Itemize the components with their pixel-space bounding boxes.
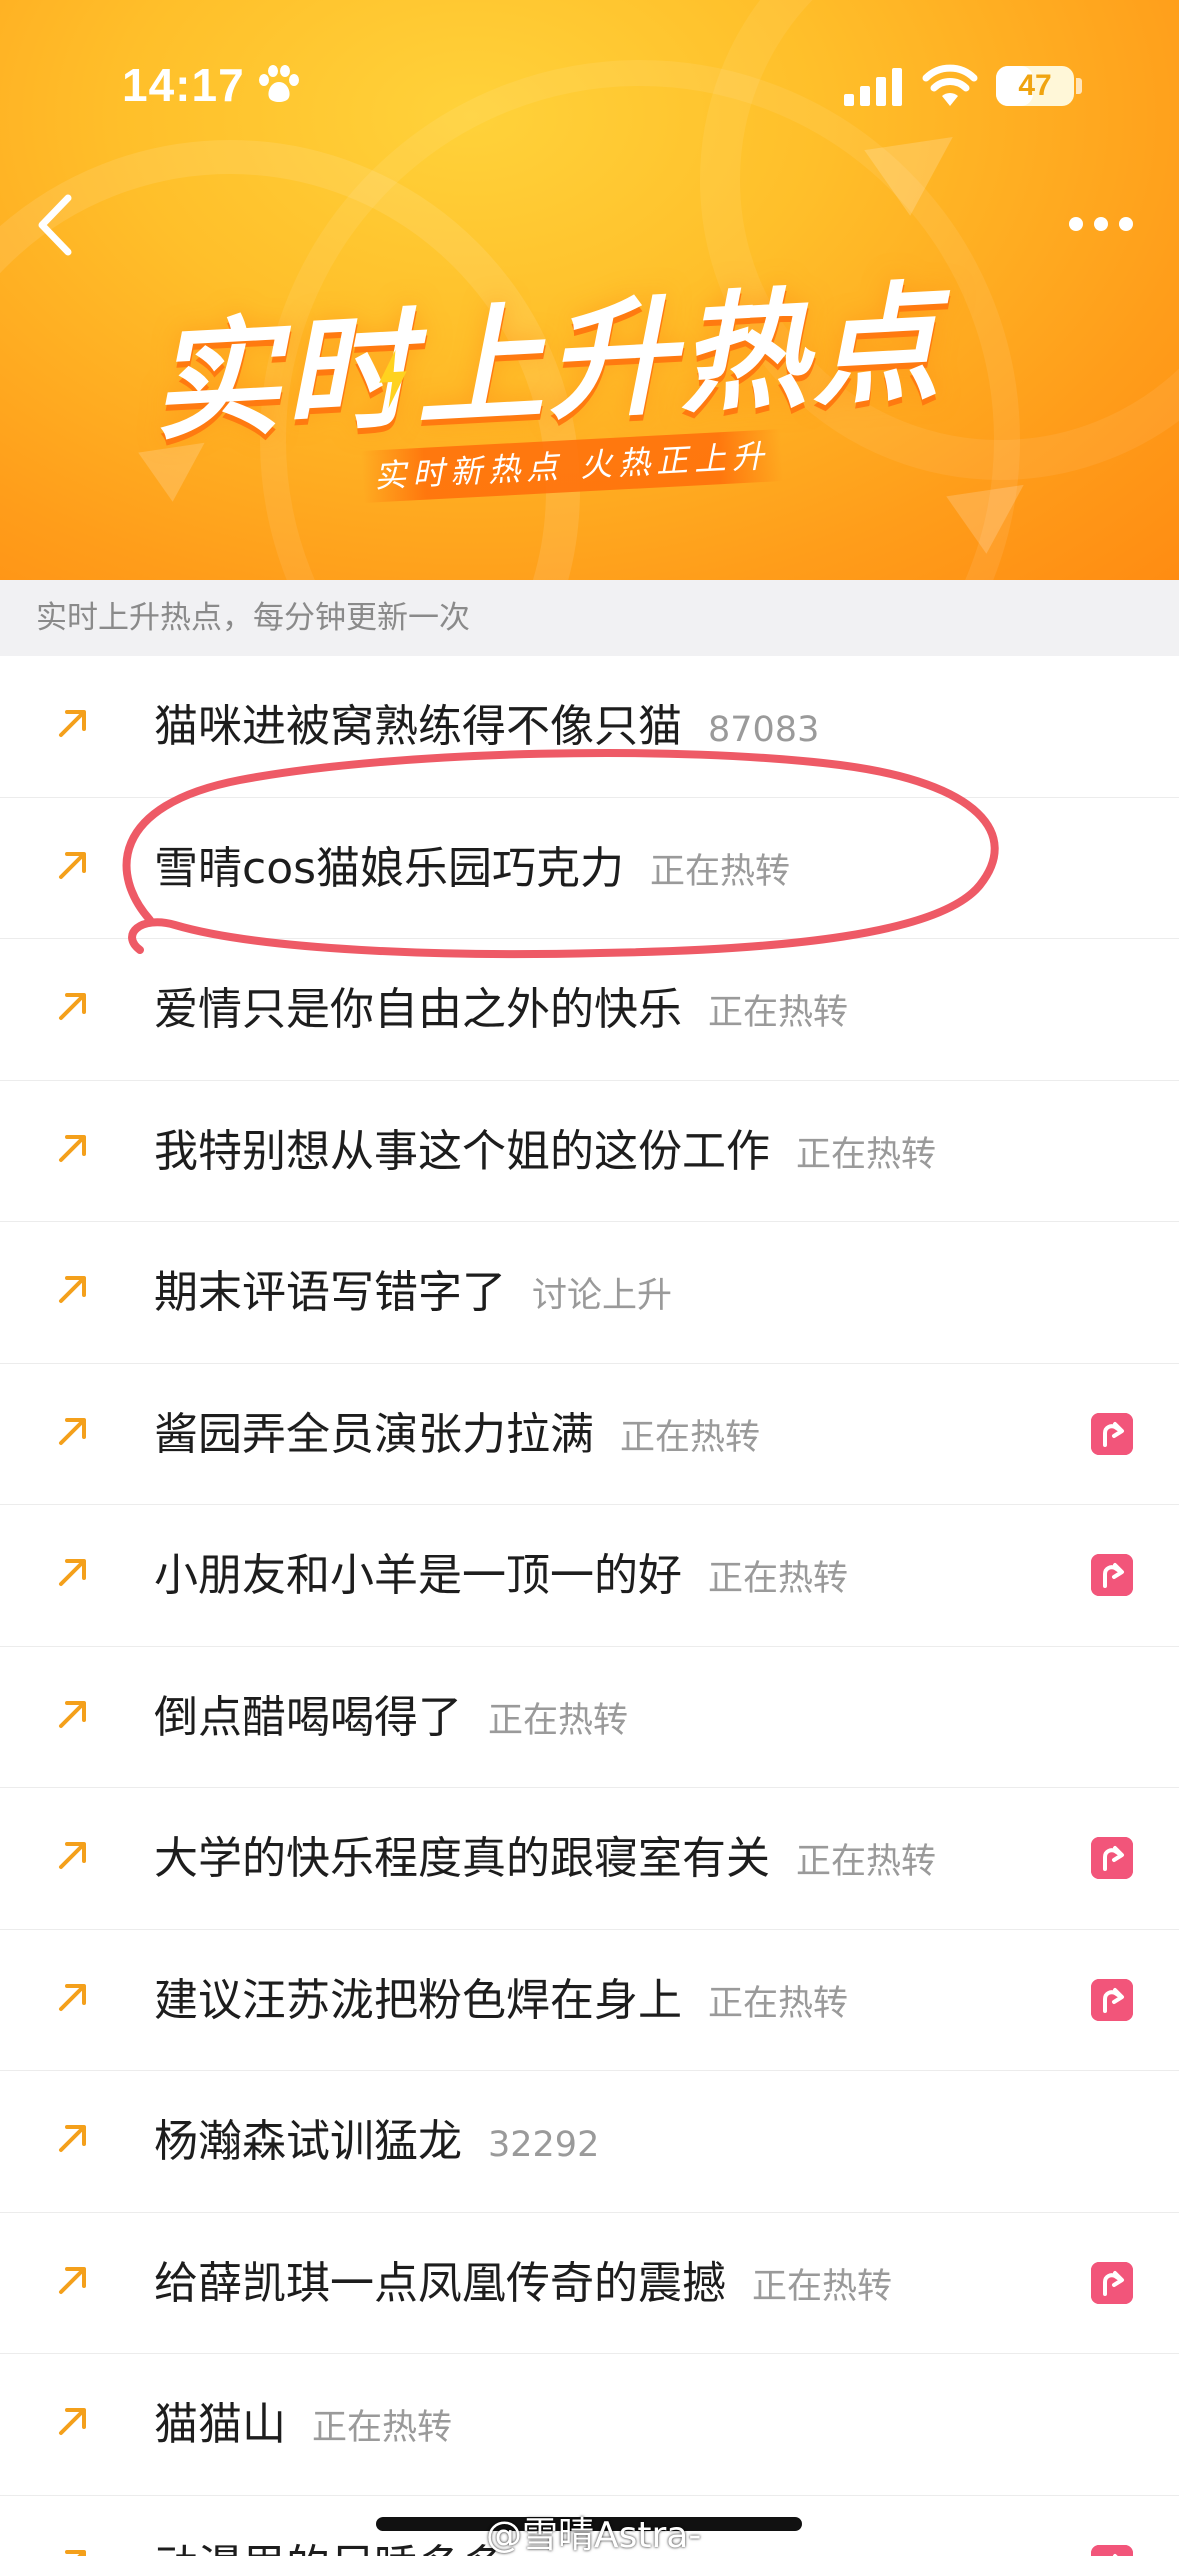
paw-icon	[259, 65, 299, 102]
hot-topic-text: 杨瀚森试训猛龙 32292	[154, 2071, 600, 2212]
hot-topic-title: 猫猫山	[154, 2399, 286, 2450]
header-banner: 14:17 47 实时上升热点 实时新热点 火热正上升	[0, 0, 1179, 580]
hot-topic-tag: 正在热转	[312, 2408, 453, 2448]
hot-topic-title: 给薛凯琪一点凤凰传奇的震撼	[154, 2257, 726, 2309]
trend-up-arrow-icon	[59, 1559, 86, 1587]
trend-up-arrow-icon	[59, 2266, 86, 2294]
trend-up-arrow-icon	[59, 1417, 86, 1445]
hot-topic-item[interactable]: 杨瀚森试训猛龙 32292	[0, 2071, 1179, 2213]
hot-topic-title: 动漫里的尽睡多多	[154, 2541, 506, 2556]
status-time: 14:17	[122, 59, 245, 111]
hot-topic-title: 期末评语写错字了	[154, 1267, 506, 1318]
hot-topic-item[interactable]: 酱园弄全员演张力拉满 正在热转	[0, 1364, 1179, 1505]
rising-badge-icon	[1091, 1978, 1133, 2021]
watermark-text: @雪晴Astra-	[486, 2515, 702, 2556]
lightning-bolt-icon	[379, 349, 407, 409]
trend-up-arrow-icon	[59, 1700, 86, 1728]
trend-up-arrow-icon	[59, 2408, 86, 2436]
hot-topic-item[interactable]: 我特别想从事这个姐的这份工作 正在热转	[0, 1081, 1179, 1222]
hot-topic-tag: 正在热转	[708, 993, 849, 1033]
hot-topic-tag: 正在热转	[488, 1700, 629, 1741]
hot-topic-title: 小朋友和小羊是一顶一的好	[154, 1550, 682, 1601]
hot-topic-tag: 正在热转	[620, 1417, 761, 1458]
hot-topic-title: 倒点醋喝喝得了	[154, 1691, 462, 1743]
hot-topic-text: 给薛凯琪一点凤凰传奇的震撼 正在热转	[154, 2213, 893, 2354]
hot-topic-text: 大学的快乐程度真的跟寝室有关 正在热转	[154, 1788, 937, 1929]
hot-topic-item[interactable]: 给薛凯琪一点凤凰传奇的震撼 正在热转	[0, 2213, 1179, 2354]
hot-topic-tag: 正在热转	[796, 1134, 937, 1175]
hot-topic-title: 杨瀚森试训猛龙	[154, 2116, 462, 2167]
status-bar: 14:17 47	[0, 0, 1179, 150]
chevron-left-icon[interactable]	[30, 190, 80, 260]
rising-badge-icon	[1091, 2544, 1133, 2556]
hot-topic-item[interactable]: 期末评语写错字了 讨论上升	[0, 1222, 1179, 1364]
red-circle-annotation	[122, 749, 999, 959]
hot-topic-title: 我特别想从事这个姐的这份工作	[154, 1125, 770, 1177]
hot-topic-tag: 正在热转	[708, 1983, 849, 2024]
hot-topic-item[interactable]: 大学的快乐程度真的跟寝室有关 正在热转	[0, 1788, 1179, 1930]
hot-topic-tag: 正在热转	[796, 1842, 937, 1882]
hot-topic-title: 酱园弄全员演张力拉满	[154, 1408, 594, 1460]
rising-badge-icon	[1091, 1837, 1133, 1880]
rising-badge-icon	[1091, 2261, 1133, 2304]
hot-topic-title: 大学的快乐程度真的跟寝室有关	[154, 1833, 770, 1884]
hot-topic-tag: 32292	[488, 2125, 600, 2165]
trend-up-arrow-icon	[59, 1983, 86, 2011]
hot-topic-title: 建议汪苏泷把粉色焊在身上	[154, 1974, 682, 2026]
hot-topic-text: 酱园弄全员演张力拉满 正在热转	[154, 1364, 761, 1505]
hot-topic-text: 猫猫山 正在热转	[154, 2354, 453, 2495]
battery-cap	[1076, 78, 1082, 94]
battery-level: 47	[1018, 69, 1052, 102]
wifi-icon	[922, 64, 978, 106]
trend-up-arrow-icon	[59, 2125, 86, 2153]
hot-topic-text: 期末评语写错字了 讨论上升	[154, 1222, 673, 1363]
hot-topic-text: 建议汪苏泷把粉色焊在身上 正在热转	[154, 1930, 849, 2071]
more-dots-icon[interactable]	[1066, 212, 1136, 236]
trend-up-arrow-icon	[59, 1842, 86, 1870]
rising-badge-icon	[1091, 1412, 1133, 1455]
trend-up-arrow-icon	[59, 1276, 86, 1304]
hot-topic-text: 倒点醋喝喝得了 正在热转	[154, 1647, 629, 1788]
update-info-strip: 实时上升热点，每分钟更新一次	[0, 580, 1179, 656]
trend-up-arrow-icon	[59, 1134, 86, 1162]
hot-topic-tag: 正在热转	[752, 2266, 893, 2307]
hot-topic-item[interactable]: 小朋友和小羊是一顶一的好 正在热转	[0, 1505, 1179, 1647]
cellular-signal-icon	[844, 68, 902, 106]
hot-topic-tag: 讨论上升	[532, 1276, 673, 1316]
hot-topic-text: 我特别想从事这个姐的这份工作 正在热转	[154, 1081, 937, 1222]
battery-icon: 47	[996, 66, 1074, 106]
trend-up-arrow-icon	[65, 2549, 86, 2556]
hot-topic-item[interactable]: 倒点醋喝喝得了 正在热转	[0, 1647, 1179, 1788]
rising-badge-icon	[1091, 1554, 1133, 1597]
hot-topic-tag: 正在热转	[708, 1559, 849, 1599]
hot-topic-item[interactable]: 猫猫山 正在热转	[0, 2354, 1179, 2496]
hot-topic-text: 小朋友和小羊是一顶一的好 正在热转	[154, 1505, 849, 1646]
hot-topic-item[interactable]: 建议汪苏泷把粉色焊在身上 正在热转	[0, 1930, 1179, 2071]
